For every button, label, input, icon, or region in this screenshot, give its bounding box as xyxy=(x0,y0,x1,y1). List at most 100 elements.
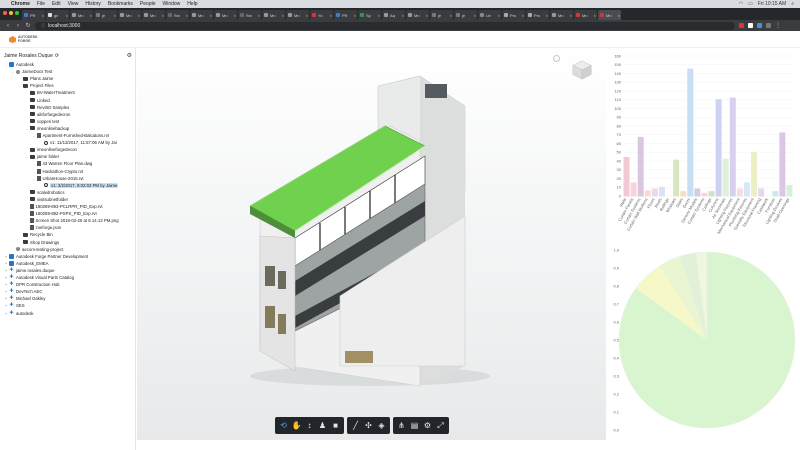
browser-tab[interactable]: Yo × xyxy=(310,10,333,20)
browser-tab[interactable]: Sm × xyxy=(238,10,261,20)
close-tab-icon[interactable]: × xyxy=(90,13,93,18)
collapse-icon[interactable]: - xyxy=(32,133,36,138)
tree-node[interactable]: aikforforgedecron xyxy=(0,111,136,118)
expand-icon[interactable]: + xyxy=(4,261,8,266)
tree-node[interactable]: - JaimeDocs Test xyxy=(0,68,136,75)
reload-icon[interactable]: ↻ xyxy=(25,22,31,29)
tree-node[interactable]: visitsubnetfolder xyxy=(0,196,136,203)
menu-history[interactable]: History xyxy=(85,1,101,7)
tree-node[interactable]: + ✚ autodesk xyxy=(0,310,136,317)
browser-tab[interactable]: ge × xyxy=(46,10,69,20)
bar[interactable] xyxy=(637,136,644,197)
collapse-icon[interactable]: - xyxy=(4,62,8,67)
browser-menu-icon[interactable]: ⋮ xyxy=(775,22,781,29)
extension-icon[interactable] xyxy=(757,23,762,28)
tree-node[interactable]: zoeforge.json xyxy=(0,224,136,231)
tree-node[interactable]: + ✚ SES xyxy=(0,302,136,309)
bar[interactable] xyxy=(772,191,779,197)
collapse-icon[interactable]: - xyxy=(25,126,29,131)
refresh-icon[interactable]: ⟳ xyxy=(55,53,59,59)
measure-icon[interactable]: ╱ xyxy=(350,419,361,432)
browser-tab[interactable]: Mn × xyxy=(142,10,165,20)
tree-node[interactable]: + Autodesk_EMEA xyxy=(0,260,136,267)
browser-tab[interactable]: Pro × xyxy=(526,10,549,20)
orbit-icon[interactable]: ⟲ xyxy=(278,419,289,432)
menu-clock[interactable]: Fri 10:15 AM xyxy=(758,1,786,7)
battery-icon[interactable]: ▭ xyxy=(748,1,753,7)
address-bar[interactable]: ⓘ localhost:3000 xyxy=(35,21,735,30)
bar[interactable] xyxy=(651,188,658,197)
explode-icon[interactable]: ✣ xyxy=(363,419,374,432)
properties-icon[interactable]: ▤ xyxy=(409,419,420,432)
close-tab-icon[interactable]: × xyxy=(114,13,117,18)
gear-icon[interactable]: ⚙ xyxy=(127,52,132,59)
building-model[interactable] xyxy=(220,66,520,396)
tree-node[interactable]: v1: 3/2/2017, 9:02:03 PM by Jaime xyxy=(0,182,136,189)
menu-people[interactable]: People xyxy=(140,1,156,7)
settings-icon[interactable]: ⚙ xyxy=(422,419,433,432)
collapse-icon[interactable]: - xyxy=(11,69,15,74)
tree-node[interactable]: v1: 11/13/2017, 11:57:06 AM by Jai xyxy=(0,139,136,146)
minimize-window-icon[interactable] xyxy=(9,11,13,15)
close-tab-icon[interactable]: × xyxy=(138,13,141,18)
close-tab-icon[interactable]: × xyxy=(186,13,189,18)
bar[interactable] xyxy=(722,158,729,197)
close-tab-icon[interactable]: × xyxy=(258,13,261,18)
expand-icon[interactable]: + xyxy=(4,311,8,316)
menu-view[interactable]: View xyxy=(68,1,79,7)
close-tab-icon[interactable]: × xyxy=(474,13,477,18)
bar[interactable] xyxy=(630,182,637,197)
browser-tab[interactable]: Mn × xyxy=(70,10,93,20)
home-icon[interactable] xyxy=(553,55,560,62)
browser-tab[interactable]: Mn × xyxy=(550,10,573,20)
model-browser-icon[interactable]: ⋔ xyxy=(396,419,407,432)
close-tab-icon[interactable]: × xyxy=(330,13,333,18)
forward-icon[interactable]: › xyxy=(15,23,21,29)
tree-node[interactable]: scaledrobotics xyxy=(0,189,136,196)
browser-tab[interactable]: Mn × xyxy=(574,10,597,20)
expand-icon[interactable]: + xyxy=(4,254,8,259)
viewcube-icon[interactable] xyxy=(571,59,593,81)
bar[interactable] xyxy=(701,192,708,197)
menu-bookmarks[interactable]: Bookmarks xyxy=(108,1,133,7)
bar[interactable] xyxy=(736,188,743,197)
tree-node[interactable]: + ✚ DPR Construction Hub xyxy=(0,281,136,288)
tree-node[interactable]: Linked xyxy=(0,97,136,104)
close-tab-icon[interactable]: × xyxy=(450,13,453,18)
close-window-icon[interactable] xyxy=(3,11,7,15)
camera-icon[interactable]: ■ xyxy=(330,419,341,432)
menu-edit[interactable]: Edit xyxy=(52,1,61,7)
expand-icon[interactable]: + xyxy=(4,268,8,273)
browser-tab[interactable]: Lin × xyxy=(478,10,501,20)
close-tab-icon[interactable]: × xyxy=(378,13,381,18)
close-tab-icon[interactable]: × xyxy=(306,13,309,18)
extension-icon[interactable] xyxy=(748,23,753,28)
expand-icon[interactable]: + xyxy=(4,275,8,280)
tree-node[interactable]: copperi test xyxy=(0,118,136,125)
section-icon[interactable]: ◈ xyxy=(376,419,387,432)
browser-tab[interactable]: je × xyxy=(94,10,117,20)
tree-node[interactable]: aecom-testing-project xyxy=(0,246,136,253)
first-person-icon[interactable]: ♟ xyxy=(317,419,328,432)
close-tab-icon[interactable]: × xyxy=(570,13,573,18)
spotlight-icon[interactable]: ⌕ xyxy=(791,1,794,7)
bar[interactable] xyxy=(779,132,786,197)
tree-node[interactable]: - Autodesk xyxy=(0,61,136,68)
browser-tab[interactable]: Mn × xyxy=(190,10,213,20)
tree-node[interactable]: Plans Jaime xyxy=(0,75,136,82)
menu-file[interactable]: File xyxy=(37,1,45,7)
bar[interactable] xyxy=(715,99,722,197)
bar[interactable] xyxy=(644,190,651,197)
bar[interactable] xyxy=(623,157,630,197)
expand-icon[interactable]: + xyxy=(4,289,8,294)
extension-icon[interactable] xyxy=(766,23,771,28)
close-tab-icon[interactable]: × xyxy=(162,13,165,18)
browser-tab[interactable]: Pro × xyxy=(502,10,525,20)
close-tab-icon[interactable]: × xyxy=(522,13,525,18)
browser-tab[interactable]: Mn × xyxy=(262,10,285,20)
bar[interactable] xyxy=(708,191,715,197)
browser-tab[interactable]: je × xyxy=(430,10,453,20)
tree-node[interactable]: + ✚ Autodesk Visual Parts Catalog xyxy=(0,274,136,281)
wifi-icon[interactable]: ◠ xyxy=(739,1,743,7)
bar[interactable] xyxy=(658,186,665,197)
